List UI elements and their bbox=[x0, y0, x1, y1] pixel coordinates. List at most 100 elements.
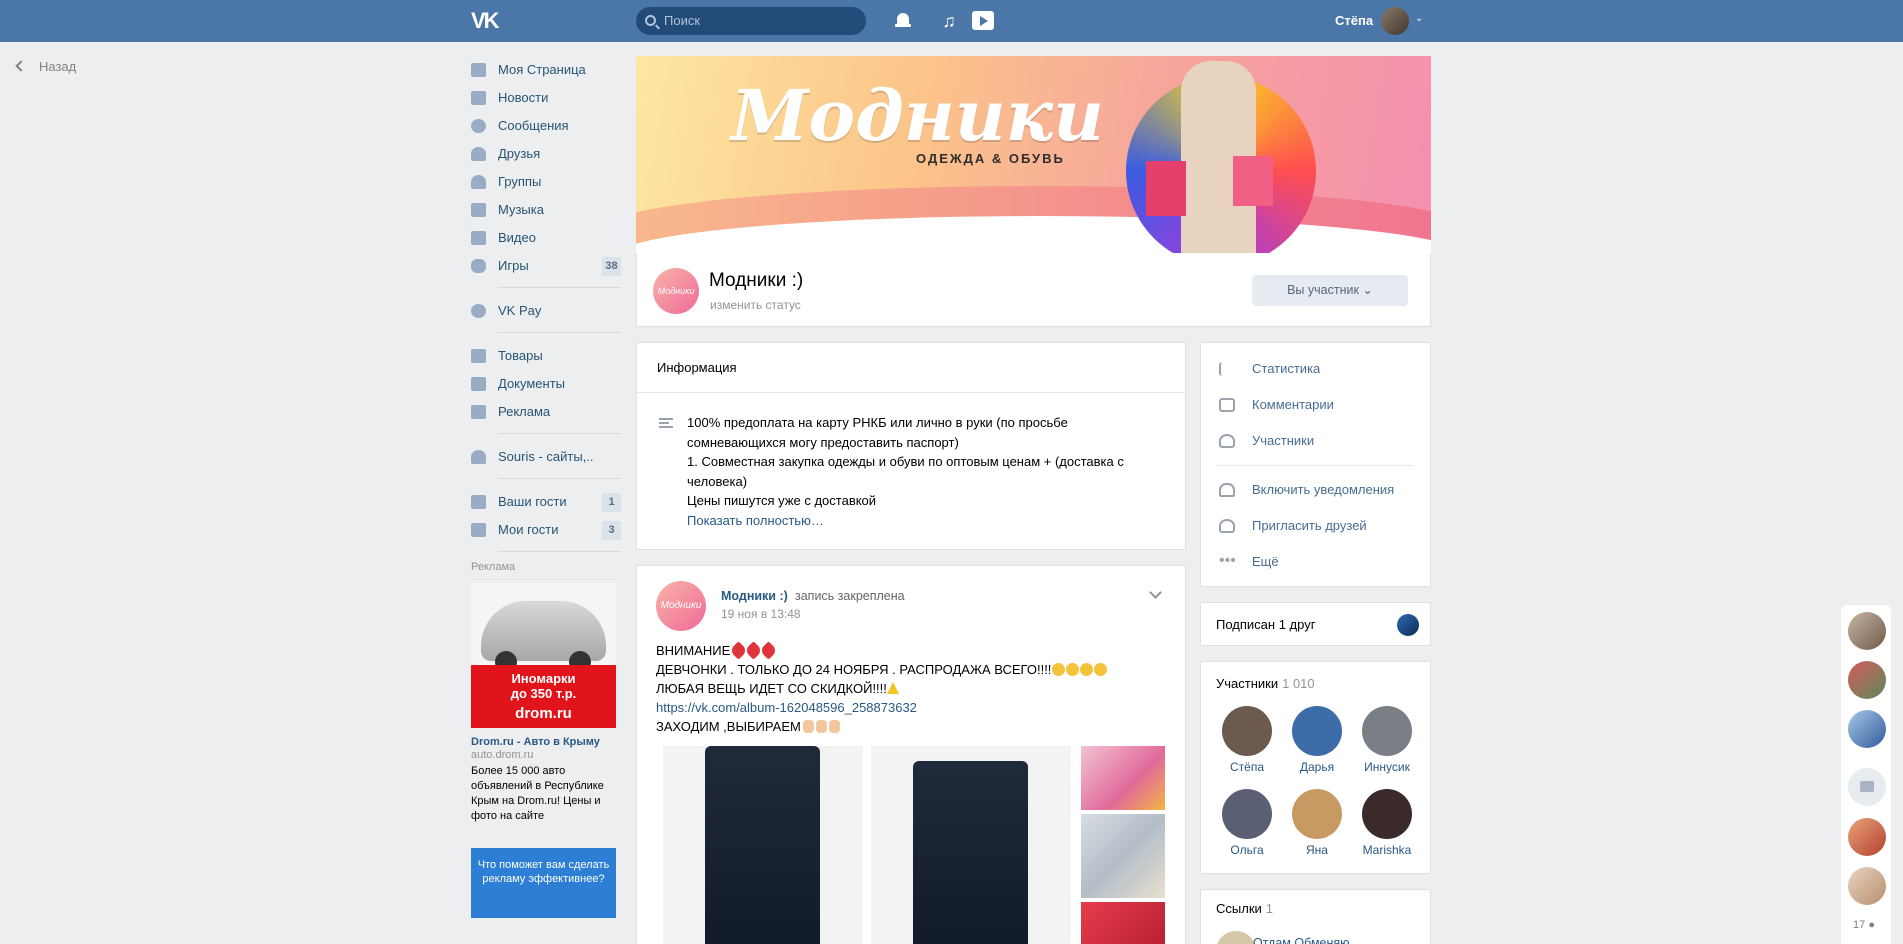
menu-item-comments[interactable]: Комментарии bbox=[1201, 387, 1430, 423]
chat-avatar[interactable] bbox=[1848, 710, 1886, 748]
menu-item-statistics[interactable]: Статистика bbox=[1201, 351, 1430, 387]
post-text: ВНИМАНИЕ ДЕВЧОНКИ . ТОЛЬКО ДО 24 НОЯБРЯ … bbox=[656, 641, 1166, 736]
menu-item-more[interactable]: ••• Ещё bbox=[1201, 544, 1430, 580]
sidebar-item-vkpay[interactable]: VK Pay bbox=[471, 297, 621, 325]
member-button[interactable]: Вы участник ⌄ bbox=[1252, 275, 1408, 306]
show-more-link[interactable]: Показать полностью… bbox=[687, 511, 1165, 531]
chevron-down-icon: ⌄ bbox=[1362, 283, 1373, 297]
menu-item-label: Участники bbox=[1252, 433, 1315, 448]
post-line: ВНИМАНИЕ bbox=[656, 643, 731, 658]
menu-item-members[interactable]: Участники bbox=[1201, 423, 1430, 459]
ad-title[interactable]: Drom.ru - Авто в Крыму bbox=[471, 736, 621, 748]
divider bbox=[1217, 465, 1414, 466]
chat-avatar[interactable] bbox=[1848, 612, 1886, 650]
camera-icon[interactable] bbox=[1848, 768, 1886, 806]
post-photo[interactable] bbox=[663, 746, 863, 944]
member-avatar bbox=[1222, 789, 1272, 839]
member-item[interactable]: Дарья bbox=[1282, 706, 1352, 774]
friend-avatar[interactable] bbox=[1397, 614, 1419, 636]
ad-banner: Иномарки до 350 т.р. drom.ru bbox=[471, 665, 616, 728]
group-cover: Модники ОДЕЖДА & ОБУВЬ bbox=[636, 56, 1431, 253]
link-avatar[interactable] bbox=[1216, 931, 1256, 944]
chat-avatar[interactable] bbox=[1848, 661, 1886, 699]
sidebar-item-label: Документы bbox=[498, 376, 566, 391]
chat-avatar[interactable] bbox=[1848, 818, 1886, 856]
search-input[interactable]: Поиск bbox=[636, 7, 866, 35]
member-name: Стёпа bbox=[1229, 760, 1264, 774]
search-placeholder: Поиск bbox=[664, 13, 701, 28]
friends-subscribed-label: Подписан 1 друг bbox=[1216, 617, 1316, 632]
post-photo-thumb[interactable] bbox=[1081, 746, 1165, 810]
member-item[interactable]: Стёпа bbox=[1212, 706, 1282, 774]
back-link[interactable]: Назад bbox=[15, 59, 76, 74]
sidebar-item-my-page[interactable]: Моя Страница bbox=[471, 56, 621, 84]
sidebar-item-groups[interactable]: Группы bbox=[471, 168, 621, 196]
comments-icon bbox=[1219, 398, 1235, 412]
emoji-icon bbox=[1066, 663, 1080, 676]
top-header: VK Поиск ♫ Стёпа ⌄ bbox=[0, 0, 1903, 42]
sidebar-item-friends[interactable]: Друзья bbox=[471, 140, 621, 168]
post-line: ЗАХОДИМ ,ВЫБИРАЕМ bbox=[656, 719, 801, 734]
post-avatar[interactable]: Модники bbox=[656, 581, 706, 631]
post-photo[interactable] bbox=[871, 746, 1071, 944]
members-title[interactable]: Участники 1 010 bbox=[1216, 676, 1315, 691]
member-item[interactable]: Marishka bbox=[1352, 789, 1422, 857]
sidebar-item-ads[interactable]: Реклама bbox=[471, 398, 621, 426]
chat-sidebar: 17 ● bbox=[1841, 605, 1891, 944]
sidebar-item-label: Друзья bbox=[498, 146, 541, 161]
sidebar-item-news[interactable]: Новости bbox=[471, 84, 621, 112]
person-icon: ● bbox=[1868, 919, 1875, 931]
post-date[interactable]: 19 ноя в 13:48 bbox=[721, 607, 801, 621]
sidebar-item-video[interactable]: Видео bbox=[471, 224, 621, 252]
menu-item-invite[interactable]: Пригласить друзей bbox=[1201, 508, 1430, 544]
member-item[interactable]: Ольга bbox=[1212, 789, 1282, 857]
video-icon bbox=[471, 231, 486, 245]
sidebar-item-music[interactable]: Музыка bbox=[471, 196, 621, 224]
car-image bbox=[481, 601, 606, 673]
menu-item-notifications[interactable]: Включить уведомления bbox=[1201, 472, 1430, 508]
sidebar-item-games[interactable]: Игры 38 bbox=[471, 252, 621, 280]
sidebar-item-documents[interactable]: Документы bbox=[471, 370, 621, 398]
sidebar-item-souris[interactable]: Souris - сайты,.. bbox=[471, 443, 621, 471]
music-icon[interactable]: ♫ bbox=[938, 10, 960, 32]
sidebar-item-messages[interactable]: Сообщения bbox=[471, 112, 621, 140]
apps-icon bbox=[471, 523, 486, 537]
friends-subscribed-block[interactable]: Подписан 1 друг bbox=[1200, 602, 1431, 646]
count-badge: 38 bbox=[602, 257, 621, 276]
ads-icon bbox=[471, 405, 486, 419]
chat-avatar[interactable] bbox=[1848, 867, 1886, 905]
ad-image[interactable]: Иномарки до 350 т.р. drom.ru bbox=[471, 583, 616, 728]
bell-icon[interactable] bbox=[892, 10, 914, 32]
chevron-down-icon[interactable]: ⌄ bbox=[1415, 13, 1423, 24]
online-friends-count[interactable]: 17 ● bbox=[1853, 919, 1875, 931]
user-name[interactable]: Стёпа bbox=[1335, 13, 1373, 28]
group-status[interactable]: изменить статус bbox=[710, 298, 801, 312]
post-photo-thumb[interactable] bbox=[1081, 902, 1165, 944]
ad-promo[interactable]: Что поможет вам сделать рекламу эффектив… bbox=[471, 848, 616, 918]
chevron-down-icon[interactable] bbox=[1149, 586, 1162, 599]
ad-label: Реклама bbox=[471, 561, 516, 573]
sidebar-item-label: Моя Страница bbox=[498, 62, 586, 77]
online-count: 17 bbox=[1853, 919, 1866, 931]
vk-logo[interactable]: VK bbox=[471, 9, 505, 33]
post-link[interactable]: https://vk.com/album-162048596_258873632 bbox=[656, 700, 917, 715]
post-photo-thumb[interactable] bbox=[1081, 814, 1165, 898]
post-author[interactable]: Модники :) bbox=[721, 589, 788, 603]
sidebar-item-your-guests[interactable]: Ваши гости 1 bbox=[471, 488, 621, 516]
links-title[interactable]: Ссылки 1 bbox=[1216, 901, 1273, 916]
sidebar-item-my-guests[interactable]: Мои гости 3 bbox=[471, 516, 621, 544]
member-item[interactable]: Иннусик bbox=[1352, 706, 1422, 774]
ad-banner-brand: drom.ru bbox=[515, 705, 572, 722]
sidebar-item-label: Мои гости bbox=[498, 522, 559, 537]
group-avatar[interactable]: Модники bbox=[653, 268, 699, 314]
sidebar-item-label: Игры bbox=[498, 258, 529, 273]
sidebar-item-label: Музыка bbox=[498, 202, 544, 217]
divider bbox=[498, 433, 621, 434]
video-icon[interactable] bbox=[972, 10, 994, 32]
member-button-label: Вы участник bbox=[1287, 283, 1359, 297]
member-item[interactable]: Яна bbox=[1282, 789, 1352, 857]
link-item[interactable]: Отдам Обменяю bbox=[1253, 936, 1350, 944]
user-avatar[interactable] bbox=[1381, 7, 1409, 35]
sidebar-item-goods[interactable]: Товары bbox=[471, 342, 621, 370]
members-title-label: Участники bbox=[1216, 676, 1279, 691]
